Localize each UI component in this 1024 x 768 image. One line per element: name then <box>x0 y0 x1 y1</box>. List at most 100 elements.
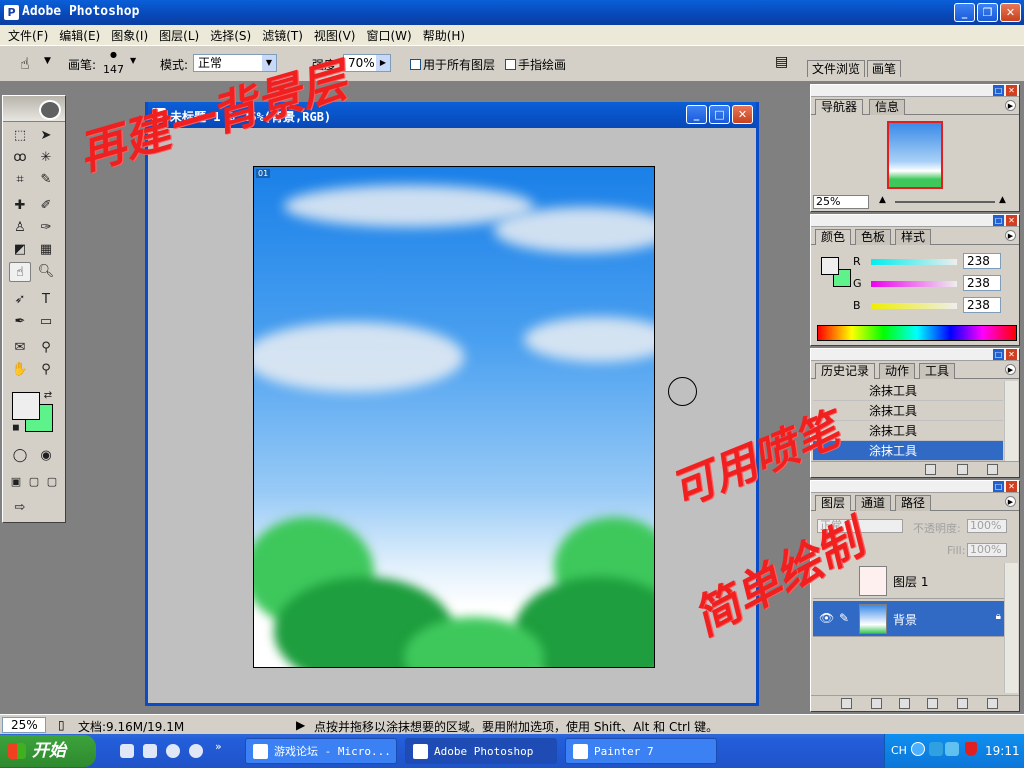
tab-actions[interactable]: 动作 <box>879 363 916 379</box>
history-brush-tool-icon[interactable]: ✑ <box>35 218 57 238</box>
palette-menu-icon[interactable]: ▶ <box>1005 100 1016 111</box>
crop-tool-icon[interactable]: ⌗ <box>9 170 31 190</box>
hand-tool-icon[interactable]: ✋ <box>9 360 31 380</box>
clone-stamp-tool-icon[interactable]: ♙ <box>9 218 31 238</box>
ie-icon[interactable] <box>166 744 180 758</box>
navigator-thumbnail[interactable] <box>887 121 943 189</box>
palette-close-icon[interactable]: ✕ <box>1006 349 1017 360</box>
palette-minimize-icon[interactable]: □ <box>993 85 1004 96</box>
tab-styles[interactable]: 样式 <box>895 229 932 245</box>
tab-history[interactable]: 历史记录 <box>815 363 876 379</box>
history-scrollbar[interactable] <box>1004 381 1018 461</box>
zoom-slider[interactable] <box>895 201 995 203</box>
healing-brush-tool-icon[interactable]: ✚ <box>9 196 31 216</box>
minimize-button[interactable]: _ <box>954 3 975 22</box>
palette-menu-icon[interactable]: ▶ <box>1005 230 1016 241</box>
jump-to-imageready-icon[interactable]: ⇨ <box>9 498 31 518</box>
smudge-tool-preset-icon[interactable]: ☝ <box>20 54 30 73</box>
taskbar-item-active[interactable]: Adobe Photoshop <box>405 738 557 764</box>
history-item[interactable]: 涂抹工具 <box>813 421 1003 441</box>
status-menu-arrow-icon[interactable]: ▶ <box>296 718 305 732</box>
blend-mode-select[interactable]: 正常 <box>817 519 903 533</box>
palette-menu-icon[interactable]: ▶ <box>1005 364 1016 375</box>
trash-icon[interactable] <box>987 698 998 709</box>
palette-header[interactable]: □ ✕ <box>811 349 1019 361</box>
notes-tool-icon[interactable]: ✉ <box>9 338 31 358</box>
channel-g-value[interactable]: 238 <box>963 275 1001 291</box>
brush-size[interactable]: 147 <box>103 63 124 76</box>
finger-paint-option[interactable]: 手指绘画 <box>505 56 566 73</box>
shape-tool-icon[interactable]: ▭ <box>35 312 57 332</box>
channel-r-value[interactable]: 238 <box>963 253 1001 269</box>
channel-b-value[interactable]: 238 <box>963 297 1001 313</box>
brush-tool-icon[interactable]: ✐ <box>35 196 57 216</box>
menu-edit[interactable]: 编辑(E) <box>55 27 104 44</box>
restore-button[interactable]: ❐ <box>977 3 998 22</box>
layer-style-icon[interactable] <box>841 698 852 709</box>
layers-scrollbar[interactable] <box>1004 563 1018 693</box>
menu-view[interactable]: 视图(V) <box>310 27 360 44</box>
channel-g-slider[interactable] <box>871 281 957 287</box>
color-spectrum-bar[interactable] <box>817 325 1017 341</box>
move-tool-icon[interactable]: ➤ <box>35 126 57 146</box>
default-colors-icon[interactable]: ◼ <box>5 418 27 438</box>
doc-close-button[interactable]: ✕ <box>732 105 753 124</box>
brush-link-icon[interactable]: ✎ <box>839 611 849 625</box>
palette-minimize-icon[interactable]: □ <box>993 481 1004 492</box>
navigator-zoom-field[interactable]: 25% <box>813 195 869 209</box>
image-canvas[interactable]: 01 <box>253 166 655 668</box>
adjustment-layer-icon[interactable] <box>927 698 938 709</box>
all-layers-checkbox[interactable] <box>410 59 421 70</box>
path-selection-tool-icon[interactable]: ➶ <box>9 290 31 310</box>
menu-image[interactable]: 图象(I) <box>107 27 152 44</box>
tray-app-icon[interactable] <box>929 742 943 756</box>
layer-row[interactable]: 图层 1 <box>813 563 1005 599</box>
tab-swatches[interactable]: 色板 <box>855 229 892 245</box>
quick-launch-icon[interactable] <box>143 744 157 758</box>
gradient-tool-icon[interactable]: ▦ <box>35 240 57 260</box>
tab-brushes[interactable]: 画笔 <box>867 60 902 77</box>
history-item[interactable]: 涂抹工具 <box>813 381 1003 401</box>
smudge-tool-icon[interactable]: ☝ <box>9 262 31 282</box>
tab-file-browser[interactable]: 文件浏览 <box>807 60 866 77</box>
all-layers-option[interactable]: 用于所有图层 <box>410 56 495 73</box>
history-item[interactable]: 涂抹工具 <box>813 401 1003 421</box>
preset-dropdown-arrow-icon[interactable]: ▼ <box>44 56 51 66</box>
menu-filter[interactable]: 滤镜(T) <box>258 27 307 44</box>
palette-close-icon[interactable]: ✕ <box>1006 215 1017 226</box>
close-button[interactable]: ✕ <box>1000 3 1021 22</box>
new-set-icon[interactable] <box>899 698 910 709</box>
fill-field[interactable]: 100% <box>967 543 1007 557</box>
tab-info[interactable]: 信息 <box>869 99 906 115</box>
tab-channels[interactable]: 通道 <box>855 495 892 511</box>
menu-layer[interactable]: 图层(L) <box>155 27 203 44</box>
photoshop-eye-logo-icon[interactable] <box>39 100 61 120</box>
foreground-color-swatch[interactable] <box>12 392 40 420</box>
tab-tools[interactable]: 工具 <box>919 363 956 379</box>
new-document-from-state-icon[interactable] <box>925 464 936 475</box>
quick-launch-icon[interactable] <box>120 744 134 758</box>
menu-file[interactable]: 文件(F) <box>4 27 52 44</box>
trash-icon[interactable] <box>987 464 998 475</box>
palette-options-icon[interactable]: ▤ <box>775 54 788 70</box>
eraser-tool-icon[interactable]: ◩ <box>9 240 31 260</box>
document-info-icon[interactable]: ▯ <box>58 718 65 732</box>
tab-navigator[interactable]: 导航器 <box>815 99 864 115</box>
doc-minimize-button[interactable]: _ <box>686 105 707 124</box>
palette-minimize-icon[interactable]: □ <box>993 349 1004 360</box>
history-item-current[interactable]: 涂抹工具 <box>813 441 1003 461</box>
palette-close-icon[interactable]: ✕ <box>1006 85 1017 96</box>
mode-select[interactable]: 正常 ▼ <box>193 54 277 72</box>
language-indicator[interactable]: CH <box>891 744 907 757</box>
new-snapshot-icon[interactable] <box>957 464 968 475</box>
palette-minimize-icon[interactable]: □ <box>993 215 1004 226</box>
palette-header[interactable]: □ ✕ <box>811 481 1019 493</box>
eye-icon[interactable]: 👁︎ <box>819 611 834 625</box>
swap-colors-icon[interactable]: ⇄ <box>37 386 59 406</box>
palette-close-icon[interactable]: ✕ <box>1006 481 1017 492</box>
channel-r-slider[interactable] <box>871 259 957 265</box>
zoom-out-icon[interactable]: ▲ <box>879 195 886 205</box>
quick-mask-mode-icon[interactable]: ◉ <box>35 446 57 466</box>
tab-layers[interactable]: 图层 <box>815 495 852 511</box>
channel-b-slider[interactable] <box>871 303 957 309</box>
